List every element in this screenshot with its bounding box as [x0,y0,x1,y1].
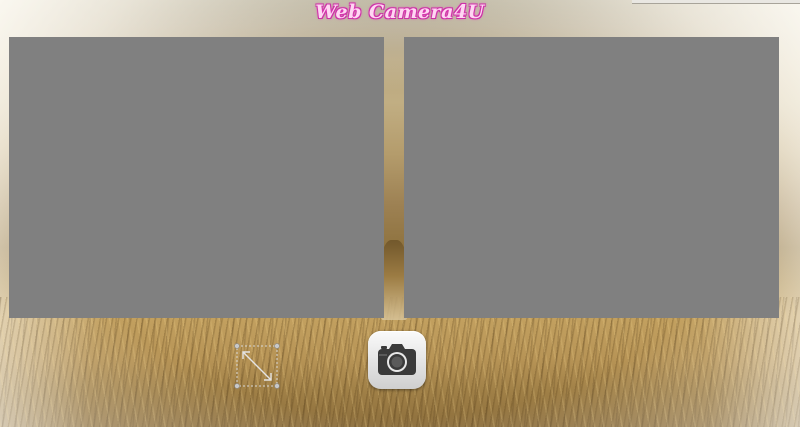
camera-icon [378,344,416,375]
camera-preview-right [404,37,779,318]
camera-preview-left [9,37,384,318]
app-window: Web Camera4U [0,0,800,427]
capture-button[interactable] [368,331,426,389]
app-title: Web Camera4U [315,1,485,23]
resize-diagonal-icon[interactable] [234,343,280,389]
